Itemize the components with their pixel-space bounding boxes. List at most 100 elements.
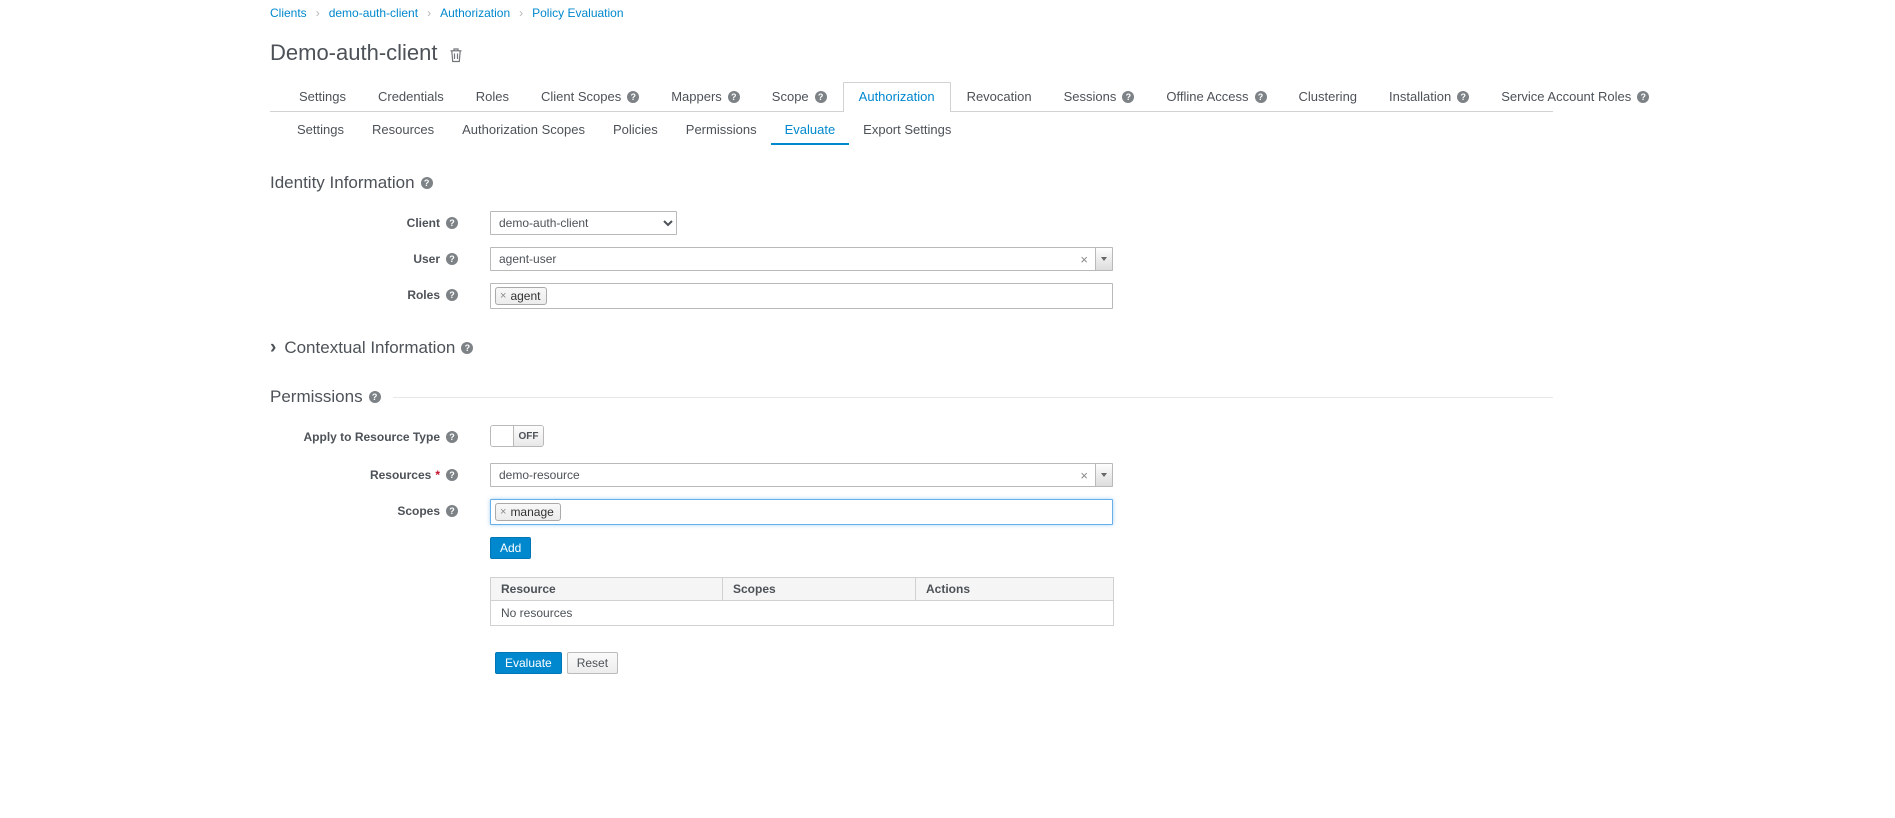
add-button[interactable]: Add bbox=[490, 537, 531, 559]
tab-mappers[interactable]: Mappers bbox=[655, 82, 756, 111]
remove-tag-icon[interactable] bbox=[500, 290, 506, 302]
tab-service-account-roles[interactable]: Service Account Roles bbox=[1485, 82, 1665, 111]
help-icon bbox=[369, 391, 381, 403]
reset-button[interactable]: Reset bbox=[567, 652, 618, 674]
chevron-right-icon bbox=[270, 337, 276, 359]
tag-label: agent bbox=[510, 289, 540, 303]
label-text: Client bbox=[407, 216, 440, 230]
tab-label: Service Account Roles bbox=[1501, 89, 1631, 104]
help-icon bbox=[1255, 91, 1267, 103]
spacer bbox=[270, 537, 458, 542]
remove-tag-icon[interactable] bbox=[500, 506, 506, 518]
subtab-settings[interactable]: Settings bbox=[283, 114, 358, 145]
dropdown-arrow-button[interactable] bbox=[1095, 464, 1112, 486]
subtab-resources[interactable]: Resources bbox=[358, 114, 448, 145]
role-tag: agent bbox=[495, 287, 547, 305]
tab-label: Mappers bbox=[671, 89, 722, 104]
user-select[interactable]: agent-user bbox=[490, 247, 1113, 271]
breadcrumb-item-policy-evaluation[interactable]: Policy Evaluation bbox=[532, 6, 623, 20]
tag-label: manage bbox=[510, 505, 553, 519]
contextual-information-toggle[interactable]: Contextual Information bbox=[270, 337, 1553, 359]
tab-scope[interactable]: Scope bbox=[756, 82, 843, 111]
tab-revocation[interactable]: Revocation bbox=[951, 82, 1048, 111]
section-title-text: Contextual Information bbox=[284, 338, 455, 358]
tab-installation[interactable]: Installation bbox=[1373, 82, 1485, 111]
subtab-policies[interactable]: Policies bbox=[599, 114, 672, 145]
tab-label: Authorization bbox=[859, 89, 935, 104]
table-header-actions: Actions bbox=[916, 578, 1114, 601]
tab-client-scopes[interactable]: Client Scopes bbox=[525, 82, 655, 111]
tab-label: Credentials bbox=[378, 89, 444, 104]
scope-tag: manage bbox=[495, 503, 561, 521]
resources-label: Resources bbox=[270, 463, 458, 482]
client-tabs: Settings Credentials Roles Client Scopes… bbox=[270, 82, 1553, 112]
apply-resource-type-row: Apply to Resource Type OFF bbox=[270, 425, 1553, 451]
identity-form: Client demo-auth-client User agent-user bbox=[270, 211, 1553, 309]
delete-client-button[interactable] bbox=[449, 47, 463, 63]
authorization-subtabs: Settings Resources Authorization Scopes … bbox=[270, 114, 1553, 145]
page-title: Demo-auth-client bbox=[270, 40, 438, 66]
tab-roles[interactable]: Roles bbox=[460, 82, 525, 111]
required-asterisk bbox=[435, 468, 440, 482]
permissions-form: Apply to Resource Type OFF Resources bbox=[270, 425, 1553, 674]
tab-settings[interactable]: Settings bbox=[283, 82, 362, 111]
tab-label: Roles bbox=[476, 89, 509, 104]
tab-label: Clustering bbox=[1299, 89, 1358, 104]
user-select-value: agent-user bbox=[491, 252, 1073, 266]
tab-sessions[interactable]: Sessions bbox=[1048, 82, 1151, 111]
roles-row: Roles agent bbox=[270, 283, 1553, 309]
help-icon bbox=[627, 91, 639, 103]
breadcrumb-item-client[interactable]: demo-auth-client bbox=[329, 6, 418, 20]
subtab-authorization-scopes[interactable]: Authorization Scopes bbox=[448, 114, 599, 145]
tab-label: Installation bbox=[1389, 89, 1451, 104]
breadcrumb-item-clients[interactable]: Clients bbox=[270, 6, 307, 20]
help-icon bbox=[1122, 91, 1134, 103]
clear-selection-icon[interactable] bbox=[1073, 469, 1095, 482]
subtab-permissions[interactable]: Permissions bbox=[672, 114, 771, 145]
scopes-label: Scopes bbox=[270, 499, 458, 518]
tab-authorization[interactable]: Authorization bbox=[843, 82, 951, 112]
client-select[interactable]: demo-auth-client bbox=[490, 211, 677, 235]
evaluate-button[interactable]: Evaluate bbox=[495, 652, 562, 674]
help-icon bbox=[461, 342, 473, 354]
table-header-resource: Resource bbox=[491, 578, 723, 601]
page-header: Demo-auth-client bbox=[270, 40, 1553, 66]
label-text: Scopes bbox=[397, 504, 440, 518]
table-empty-row: No resources bbox=[491, 601, 1114, 626]
label-text: User bbox=[413, 252, 440, 266]
help-icon bbox=[446, 469, 458, 481]
roles-input[interactable]: agent bbox=[490, 283, 1113, 309]
table-header-scopes: Scopes bbox=[723, 578, 916, 601]
dropdown-arrow-button[interactable] bbox=[1095, 248, 1112, 270]
user-label: User bbox=[270, 247, 458, 266]
help-icon bbox=[446, 253, 458, 265]
help-icon bbox=[815, 91, 827, 103]
tab-credentials[interactable]: Credentials bbox=[362, 82, 460, 111]
breadcrumb-separator-icon bbox=[316, 6, 320, 20]
resources-table: Resource Scopes Actions No resources bbox=[490, 577, 1114, 626]
breadcrumb-separator-icon bbox=[519, 6, 523, 20]
resources-select-value: demo-resource bbox=[491, 468, 1073, 482]
breadcrumb-item-authorization[interactable]: Authorization bbox=[440, 6, 510, 20]
tab-clustering[interactable]: Clustering bbox=[1283, 82, 1374, 111]
identity-information-heading: Identity Information bbox=[270, 173, 1553, 193]
help-icon bbox=[446, 289, 458, 301]
spacer bbox=[270, 652, 458, 657]
help-icon bbox=[446, 505, 458, 517]
help-icon bbox=[728, 91, 740, 103]
clear-selection-icon[interactable] bbox=[1073, 253, 1095, 266]
label-text: Resources bbox=[370, 468, 431, 482]
main-content: Clients demo-auth-client Authorization P… bbox=[270, 0, 1553, 686]
toggle-handle bbox=[491, 426, 514, 446]
subtab-export-settings[interactable]: Export Settings bbox=[849, 114, 965, 145]
spacer bbox=[270, 577, 458, 582]
subtab-evaluate[interactable]: Evaluate bbox=[771, 114, 850, 145]
section-title-text: Permissions bbox=[270, 387, 363, 407]
section-title-text: Identity Information bbox=[270, 173, 415, 193]
tab-offline-access[interactable]: Offline Access bbox=[1150, 82, 1282, 111]
client-label: Client bbox=[270, 211, 458, 230]
table-header-row: Resource Scopes Actions bbox=[491, 578, 1114, 601]
resources-select[interactable]: demo-resource bbox=[490, 463, 1113, 487]
apply-resource-type-toggle[interactable]: OFF bbox=[490, 425, 544, 447]
scopes-input[interactable]: manage bbox=[490, 499, 1113, 525]
